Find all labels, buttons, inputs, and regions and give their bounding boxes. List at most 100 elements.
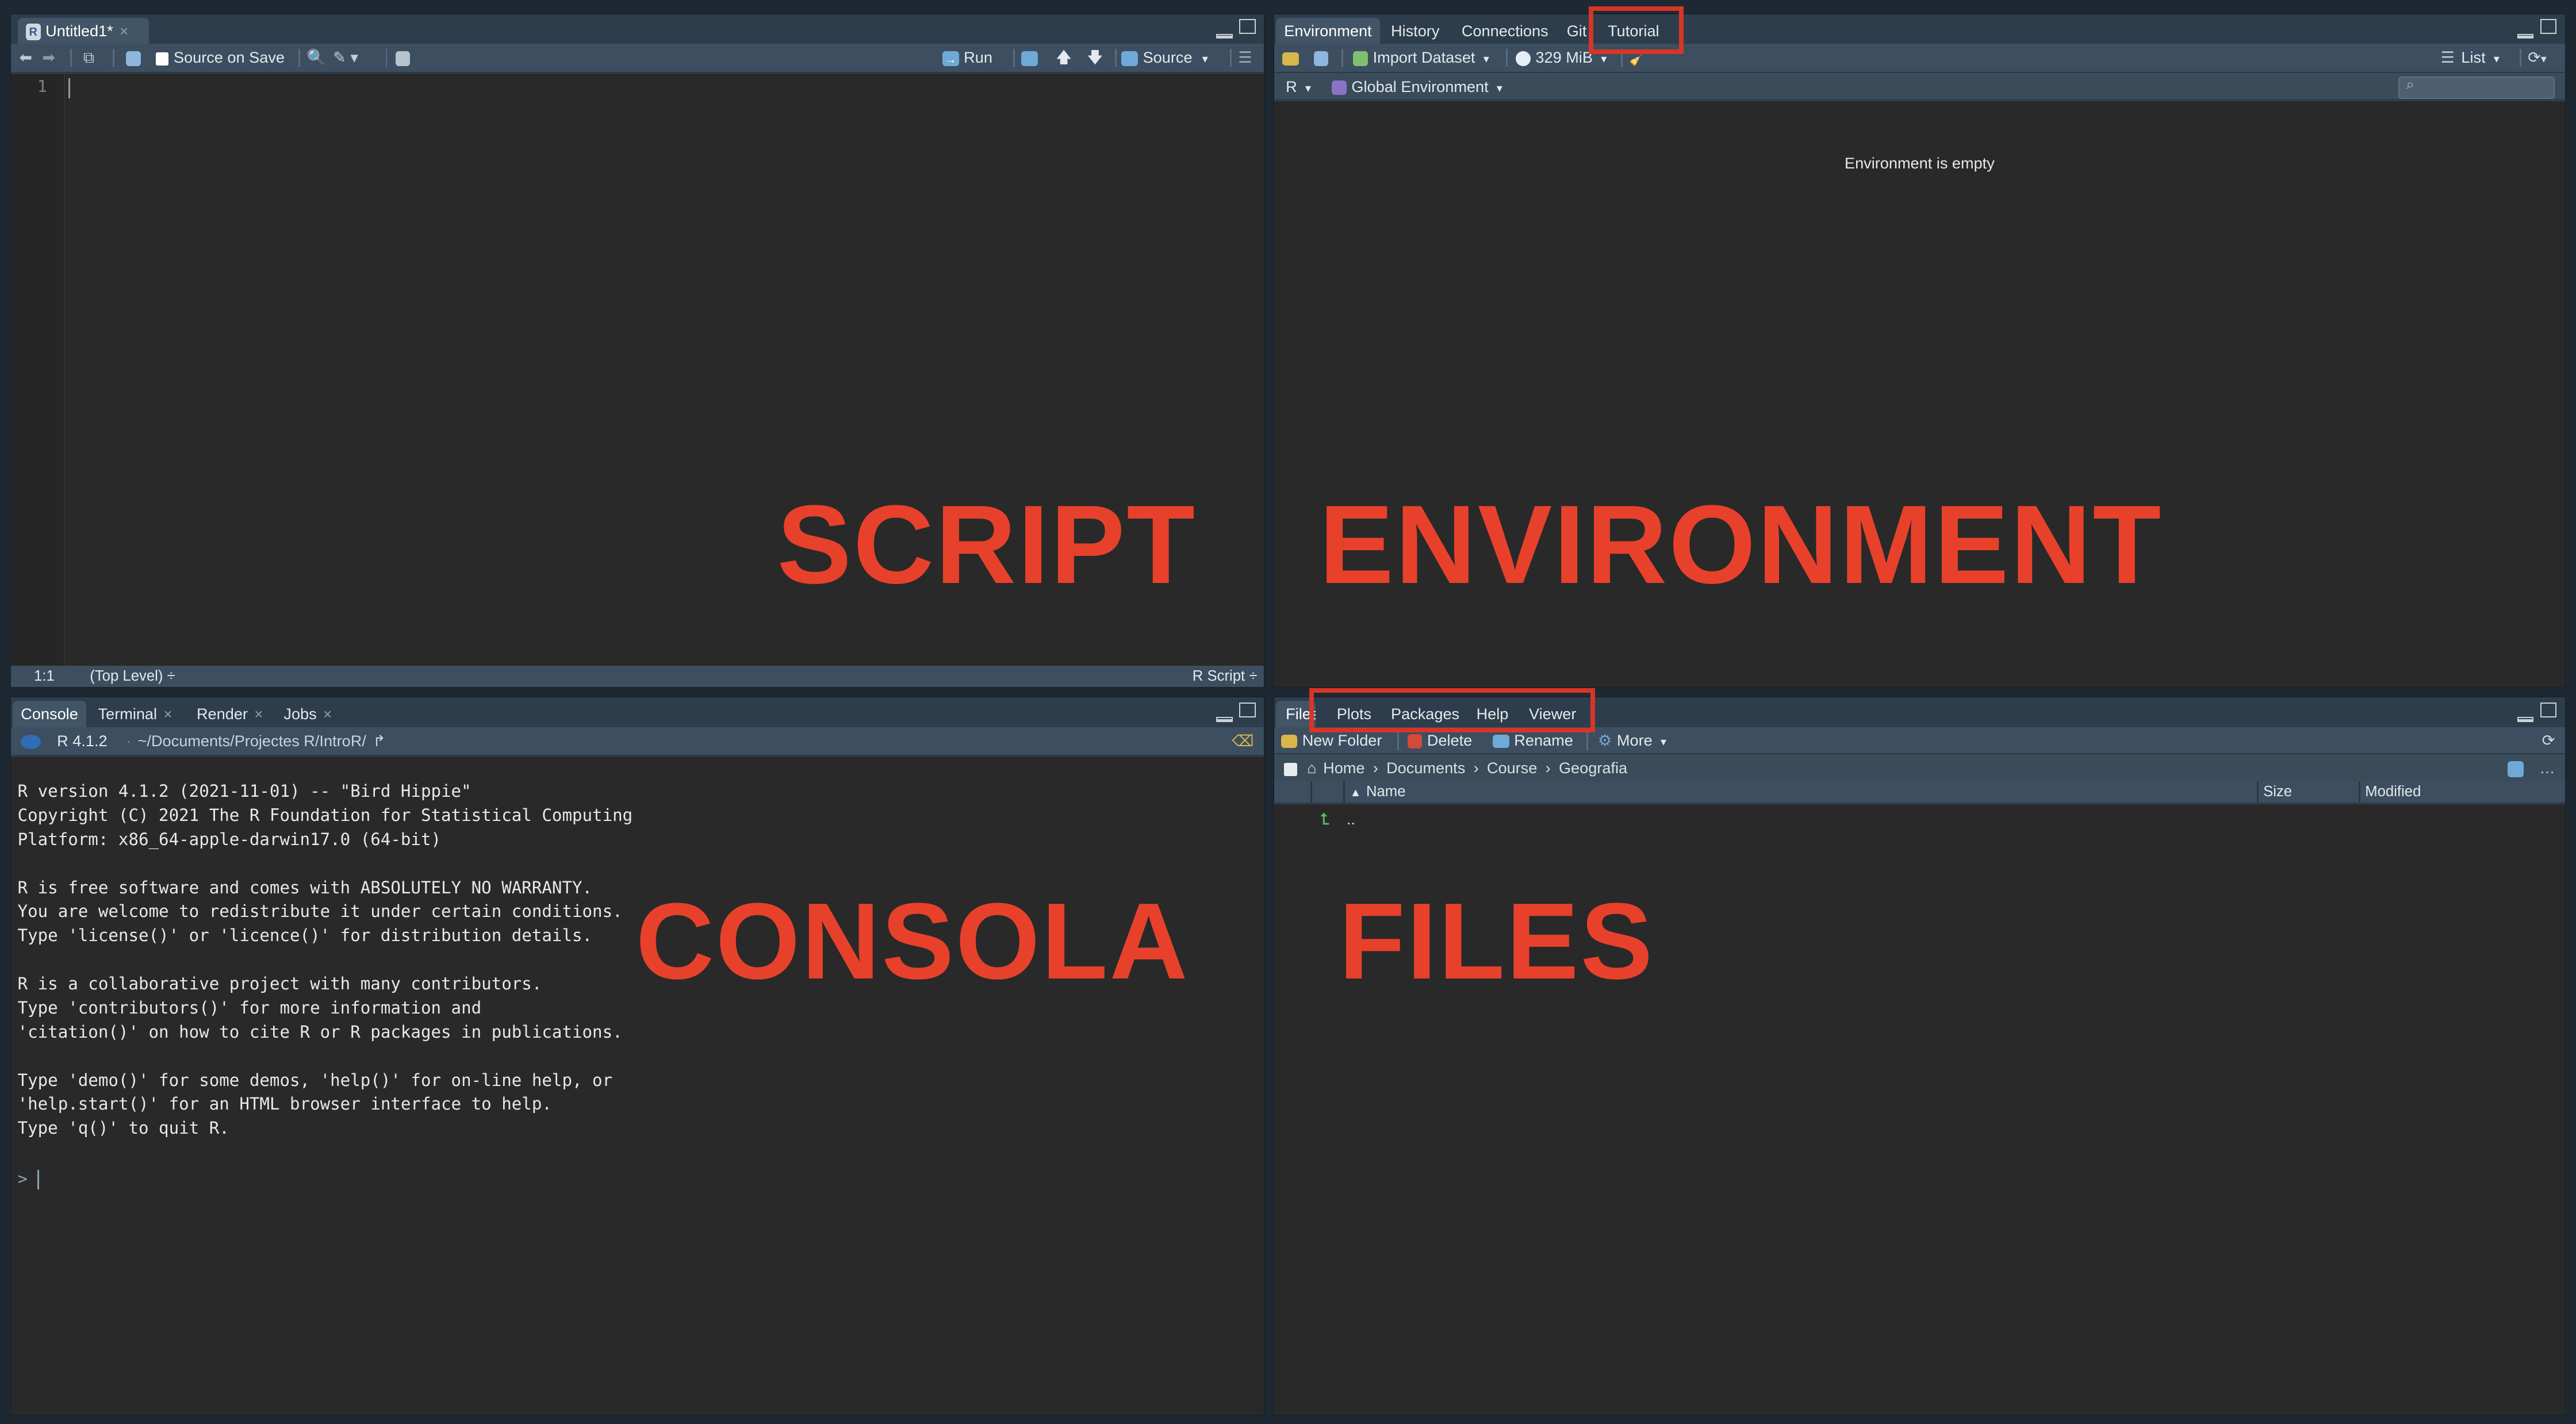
memory-usage-button[interactable]: 329 MiB ▾ xyxy=(1516,44,1607,72)
toolbar-divider xyxy=(70,48,72,67)
refresh-icon[interactable]: ⟳ xyxy=(2542,727,2555,754)
tab-jobs[interactable]: Jobs × xyxy=(275,701,340,727)
breadcrumb-home[interactable]: Home xyxy=(1323,759,1364,777)
outline-icon[interactable]: ☰ xyxy=(1238,44,1252,72)
minimize-icon[interactable] xyxy=(2517,717,2534,722)
rename-button[interactable]: Rename xyxy=(1493,727,1573,754)
close-icon[interactable]: × xyxy=(163,707,172,723)
save-workspace-icon[interactable] xyxy=(1313,44,1333,72)
file-type-selector[interactable]: R Script ÷ xyxy=(1193,666,1258,687)
rename-icon xyxy=(1493,735,1509,749)
source-button[interactable]: Source ▾ xyxy=(1121,44,1208,72)
rerun-icon[interactable] xyxy=(1021,44,1042,72)
tab-help[interactable]: Help xyxy=(1468,701,1516,727)
chevron-down-icon[interactable]: ▾ xyxy=(1601,53,1607,66)
load-workspace-icon[interactable] xyxy=(1282,44,1304,72)
maximize-icon[interactable] xyxy=(2540,702,2557,717)
clear-console-broom-icon[interactable]: ⌫ xyxy=(1232,727,1254,755)
tab-jobs-label: Jobs xyxy=(283,705,317,723)
clear-workspace-broom-icon[interactable]: 🧹 xyxy=(1629,44,1649,72)
import-dataset-icon xyxy=(1353,51,1368,66)
tab-untitled1-label: Untitled1* xyxy=(45,21,113,40)
view-mode-button[interactable]: ☰ List ▾ xyxy=(2441,44,2500,72)
console-output-area[interactable]: R version 4.1.2 (2021-11-01) -- "Bird Hi… xyxy=(11,757,1264,1415)
maximize-icon[interactable] xyxy=(1239,702,1256,717)
back-arrow-icon[interactable]: ⬅ xyxy=(19,44,32,72)
tab-packages[interactable]: Packages xyxy=(1383,701,1468,727)
close-icon[interactable]: × xyxy=(120,24,128,40)
column-size-header[interactable]: Size xyxy=(2263,781,2292,803)
console-path[interactable]: · ~/Documents/Projectes R/IntroR/ ↱ xyxy=(126,727,386,755)
breadcrumb-separator: › xyxy=(1545,759,1551,777)
chevron-down-icon[interactable]: ▾ xyxy=(2494,53,2500,66)
file-name[interactable]: .. xyxy=(1347,808,1355,831)
files-pane: Files Plots Packages Help Viewer New Fol… xyxy=(1273,696,2566,1416)
tab-git[interactable]: Git xyxy=(1558,18,1594,44)
maximize-icon[interactable] xyxy=(2540,19,2557,34)
toolbar-divider xyxy=(113,48,115,67)
tab-environment[interactable]: Environment xyxy=(1276,17,1380,44)
tab-tutorial[interactable]: Tutorial xyxy=(1600,18,1667,44)
down-arrow-icon[interactable]: 🡇 xyxy=(1087,44,1103,72)
save-icon[interactable] xyxy=(126,44,145,72)
chevron-down-icon[interactable]: ▾ xyxy=(1202,53,1208,66)
header-divider xyxy=(2256,781,2259,803)
tab-viewer[interactable]: Viewer xyxy=(1521,701,1585,727)
minimize-icon[interactable] xyxy=(1216,33,1233,39)
home-icon[interactable]: ⌂ xyxy=(1307,759,1316,777)
minimize-icon[interactable] xyxy=(2517,33,2534,39)
run-button[interactable]: → Run xyxy=(942,44,992,72)
chevron-down-icon[interactable]: ▾ xyxy=(1497,82,1502,95)
tab-history[interactable]: History xyxy=(1383,18,1448,44)
select-all-checkbox[interactable] xyxy=(1284,755,1302,781)
source-on-save-checkbox[interactable] xyxy=(155,52,169,66)
r-logo-icon xyxy=(21,727,45,755)
environment-scope-selector[interactable]: Global Environment ▾ xyxy=(1332,74,1502,100)
code-tools-wand-icon[interactable]: ✎ ▾ xyxy=(333,44,358,72)
annotation-script: SCRIPT xyxy=(777,482,1197,608)
more-button[interactable]: ⚙ More ▾ xyxy=(1598,727,1666,754)
maximize-icon[interactable] xyxy=(1239,19,1256,34)
cursor-position: 1:1 xyxy=(34,667,55,684)
tab-files[interactable]: Files xyxy=(1276,701,1316,727)
forward-arrow-icon[interactable]: ➡ xyxy=(42,44,55,72)
tab-plots[interactable]: Plots xyxy=(1328,701,1379,727)
header-divider xyxy=(2358,781,2360,803)
search-icon[interactable]: 🔍 xyxy=(306,44,326,72)
breadcrumb-geografia[interactable]: Geografia xyxy=(1559,759,1627,777)
new-folder-button[interactable]: New Folder xyxy=(1281,727,1382,754)
new-folder-icon xyxy=(1281,735,1298,749)
go-to-working-dir-icon[interactable] xyxy=(2507,755,2529,781)
ellipsis-icon[interactable]: … xyxy=(2539,755,2555,781)
compile-report-icon[interactable] xyxy=(395,44,415,72)
import-dataset-button[interactable]: Import Dataset ▾ xyxy=(1353,44,1489,72)
tab-render[interactable]: Render × xyxy=(189,701,271,727)
source-label: Source xyxy=(1143,48,1193,67)
close-icon[interactable]: × xyxy=(254,707,263,723)
minimize-icon[interactable] xyxy=(1216,717,1233,722)
chevron-down-icon[interactable]: ▾ xyxy=(1483,53,1489,66)
tab-connections[interactable]: Connections xyxy=(1454,18,1557,44)
show-in-window-icon[interactable]: ⧉ xyxy=(83,44,94,72)
console-prompt[interactable]: > xyxy=(18,1169,39,1190)
refresh-icon[interactable]: ⟳▾ xyxy=(2528,44,2547,72)
up-arrow-icon[interactable]: 🡅 xyxy=(1056,44,1072,72)
share-arrow-icon[interactable]: ↱ xyxy=(373,732,386,750)
tab-console[interactable]: Console xyxy=(12,701,87,727)
breadcrumb-documents[interactable]: Documents xyxy=(1386,759,1465,777)
tab-untitled1[interactable]: R Untitled1* × xyxy=(17,17,150,44)
close-icon[interactable]: × xyxy=(323,707,332,723)
chevron-down-icon[interactable]: ▾ xyxy=(1661,736,1666,749)
toolbar-divider xyxy=(1586,732,1588,750)
tab-terminal[interactable]: Terminal × xyxy=(90,701,181,727)
scope-selector[interactable]: (Top Level) ÷ xyxy=(90,666,175,687)
source-on-save-toggle[interactable]: Source on Save xyxy=(155,44,285,72)
toolbar-divider xyxy=(1230,48,1232,67)
column-name-header[interactable]: ▲ Name xyxy=(1350,781,1406,804)
language-selector[interactable]: R ▾ xyxy=(1286,74,1311,100)
breadcrumb-course[interactable]: Course xyxy=(1487,759,1537,777)
table-row[interactable]: ⮤ .. xyxy=(1274,808,2564,831)
delete-button[interactable]: Delete xyxy=(1407,727,1472,754)
column-modified-header[interactable]: Modified xyxy=(2365,781,2421,803)
environment-search-input[interactable]: ⌕ xyxy=(2398,76,2555,99)
